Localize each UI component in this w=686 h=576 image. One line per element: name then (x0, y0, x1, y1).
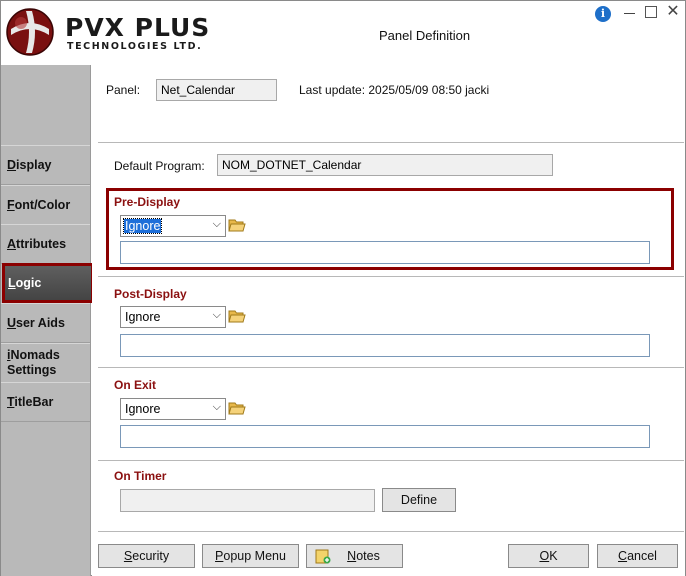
security-button[interactable]: Security (98, 544, 195, 568)
folder-icon[interactable] (228, 400, 246, 416)
divider (98, 367, 684, 368)
logo-globe-icon (6, 8, 54, 56)
on-timer-title: On Timer (114, 469, 167, 483)
minimize-icon[interactable] (623, 7, 637, 19)
notes-button[interactable]: Notes (306, 544, 403, 568)
on-timer-input[interactable] (120, 489, 375, 512)
title-bar: PVX PLUS TECHNOLOGIES LTD. Panel Definit… (1, 1, 685, 65)
sidebar-item-inomads-settings[interactable]: iNomads Settings (1, 343, 90, 383)
sidebar-item-titlebar[interactable]: TitleBar (1, 382, 90, 422)
post-display-title: Post-Display (114, 287, 187, 301)
brand-subtitle: TECHNOLOGIES LTD. (67, 41, 203, 52)
pre-display-select[interactable]: Ignore ⌵ (120, 215, 226, 237)
ok-button[interactable]: OK (508, 544, 589, 568)
sidebar-item-font-color[interactable]: Font/Color (1, 185, 90, 225)
sidebar-item-attributes[interactable]: Attributes (1, 224, 90, 264)
on-exit-title: On Exit (114, 378, 157, 392)
define-button[interactable]: Define (382, 488, 456, 512)
brand-name: PVX PLUS (65, 13, 211, 42)
chevron-down-icon: ⌵ (212, 218, 221, 230)
panel-label: Panel: (106, 83, 141, 97)
notes-icon (315, 549, 331, 564)
chevron-down-icon: ⌵ (212, 309, 221, 321)
pre-display-program-input[interactable] (120, 241, 650, 264)
sidebar-item-logic[interactable]: Logic (2, 263, 94, 303)
maximize-icon[interactable] (645, 6, 657, 18)
folder-icon[interactable] (228, 308, 246, 324)
popup-menu-button[interactable]: Popup Menu (202, 544, 299, 568)
info-icon[interactable]: i (595, 6, 611, 22)
chevron-down-icon: ⌵ (212, 401, 221, 413)
sidebar: Display Font/Color Attributes Logic User… (1, 65, 94, 576)
cancel-button[interactable]: Cancel (597, 544, 678, 568)
sidebar-item-user-aids[interactable]: User Aids (1, 303, 90, 343)
panel-name-field: Net_Calendar (156, 79, 277, 101)
default-program-label: Default Program: (114, 159, 205, 173)
sidebar-item-display[interactable]: Display (1, 145, 90, 185)
pre-display-title: Pre-Display (114, 195, 181, 209)
divider (98, 142, 684, 143)
main-panel: Panel: Net_Calendar Last update: 2025/05… (92, 65, 685, 576)
divider (98, 460, 684, 461)
default-program-field: NOM_DOTNET_Calendar (217, 154, 553, 176)
on-exit-program-input[interactable] (120, 425, 650, 448)
on-exit-select[interactable]: Ignore ⌵ (120, 398, 226, 420)
folder-icon[interactable] (228, 217, 246, 233)
divider (98, 531, 684, 532)
panel-definition-window: PVX PLUS TECHNOLOGIES LTD. Panel Definit… (0, 0, 686, 576)
divider (98, 276, 684, 277)
close-icon[interactable]: ✕ (665, 3, 681, 19)
window-title: Panel Definition (379, 28, 471, 43)
last-update-text: Last update: 2025/05/09 08:50 jacki (299, 83, 490, 97)
post-display-select[interactable]: Ignore ⌵ (120, 306, 226, 328)
post-display-program-input[interactable] (120, 334, 650, 357)
